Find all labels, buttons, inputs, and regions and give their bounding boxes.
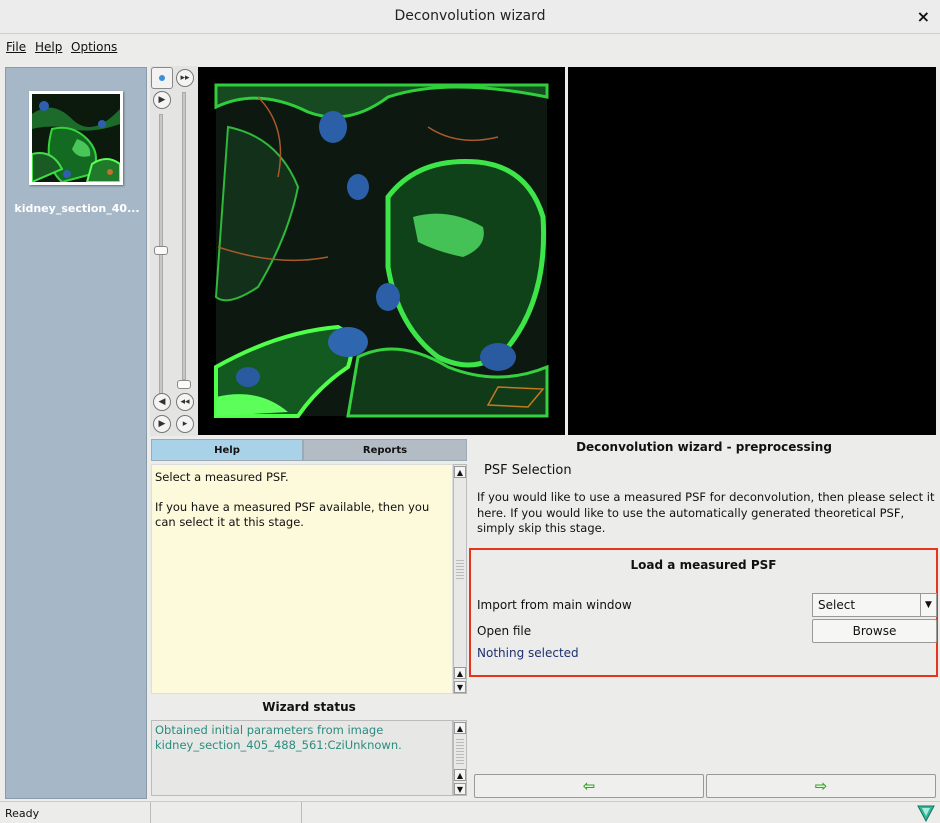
load-psf-section: Load a measured PSF Import from main win… bbox=[469, 548, 938, 677]
wizard-status-log: Obtained initial parameters from image k… bbox=[151, 720, 453, 796]
time-slider-handle[interactable] bbox=[177, 380, 191, 389]
status-section-1: Ready bbox=[0, 802, 151, 823]
scroll-up-icon[interactable]: ▲ bbox=[454, 466, 466, 478]
browse-button[interactable]: Browse bbox=[812, 619, 937, 643]
preprocessing-title: Deconvolution wizard - preprocessing bbox=[576, 440, 832, 454]
image-viewer[interactable] bbox=[198, 67, 565, 435]
preview-viewer[interactable] bbox=[568, 67, 936, 435]
fast-forward-icon[interactable]: ▸▸ bbox=[176, 69, 194, 87]
status-scrollbar[interactable]: ▲ ▲ ▼ bbox=[453, 720, 467, 796]
help-scrollbar[interactable]: ▲ ▲ ▼ bbox=[453, 464, 467, 694]
menu-bar: File Help Options bbox=[0, 35, 940, 61]
skip-end-icon[interactable]: ▶ bbox=[153, 91, 171, 109]
psf-selection-heading: PSF Selection bbox=[484, 463, 572, 478]
back-button[interactable]: ⇦ bbox=[474, 774, 704, 798]
psf-description: If you would like to use a measured PSF … bbox=[477, 490, 935, 535]
status-text: Ready bbox=[5, 807, 40, 820]
title-bar: Deconvolution wizard × bbox=[0, 0, 940, 34]
image-list-panel: kidney_section_40... bbox=[5, 67, 147, 799]
scroll-down-icon[interactable]: ▼ bbox=[454, 681, 466, 693]
help-tabs: Help Reports bbox=[151, 439, 467, 461]
play-time-icon[interactable]: ▸ bbox=[176, 415, 194, 433]
tab-reports[interactable]: Reports bbox=[303, 439, 467, 461]
skip-start-icon[interactable]: ◀ bbox=[153, 393, 171, 411]
help-line-1: Select a measured PSF. bbox=[155, 470, 289, 484]
microscopy-image bbox=[214, 83, 549, 418]
tab-help[interactable]: Help bbox=[151, 439, 303, 461]
status-section-2 bbox=[151, 802, 302, 823]
rewind-icon[interactable]: ◂◂ bbox=[176, 393, 194, 411]
scroll-grip[interactable] bbox=[456, 560, 464, 580]
image-thumbnail[interactable] bbox=[29, 91, 123, 185]
mode-button[interactable] bbox=[151, 67, 173, 89]
help-line-2: If you have a measured PSF available, th… bbox=[155, 500, 430, 529]
dot-icon bbox=[159, 75, 165, 81]
menu-file[interactable]: File bbox=[6, 40, 26, 54]
z-slider-handle[interactable] bbox=[154, 246, 168, 255]
open-file-label: Open file bbox=[477, 624, 532, 638]
scroll-grip[interactable] bbox=[456, 739, 464, 765]
next-button[interactable]: ⇨ bbox=[706, 774, 936, 798]
viewer-toolbar: ▸▸ ▶ ◀ ◂◂ ▶ ▸ bbox=[150, 66, 198, 436]
load-psf-title: Load a measured PSF bbox=[630, 558, 777, 572]
thumbnail-label: kidney_section_40... bbox=[14, 202, 140, 215]
import-select[interactable]: Select ▼ bbox=[812, 593, 937, 617]
selection-status: Nothing selected bbox=[477, 646, 579, 660]
window-title: Deconvolution wizard bbox=[394, 8, 546, 24]
status-bar: Ready bbox=[0, 801, 940, 823]
svi-logo-icon bbox=[917, 805, 935, 822]
wizard-status-title: Wizard status bbox=[262, 700, 356, 714]
play-icon[interactable]: ▶ bbox=[153, 415, 171, 433]
time-slider-track[interactable] bbox=[182, 92, 186, 380]
scroll-up-icon[interactable]: ▲ bbox=[454, 667, 466, 679]
import-select-value: Select bbox=[818, 598, 856, 612]
menu-options[interactable]: Options bbox=[71, 40, 117, 54]
help-text-panel: Select a measured PSF. If you have a mea… bbox=[151, 464, 453, 694]
chevron-down-icon: ▼ bbox=[920, 594, 936, 616]
close-icon[interactable]: × bbox=[917, 7, 930, 26]
import-label: Import from main window bbox=[477, 598, 632, 612]
scroll-down-icon[interactable]: ▼ bbox=[454, 783, 466, 795]
menu-help[interactable]: Help bbox=[35, 40, 62, 54]
thumbnail-image bbox=[32, 94, 120, 182]
scroll-up-icon[interactable]: ▲ bbox=[454, 769, 466, 781]
scroll-up-icon[interactable]: ▲ bbox=[454, 722, 466, 734]
